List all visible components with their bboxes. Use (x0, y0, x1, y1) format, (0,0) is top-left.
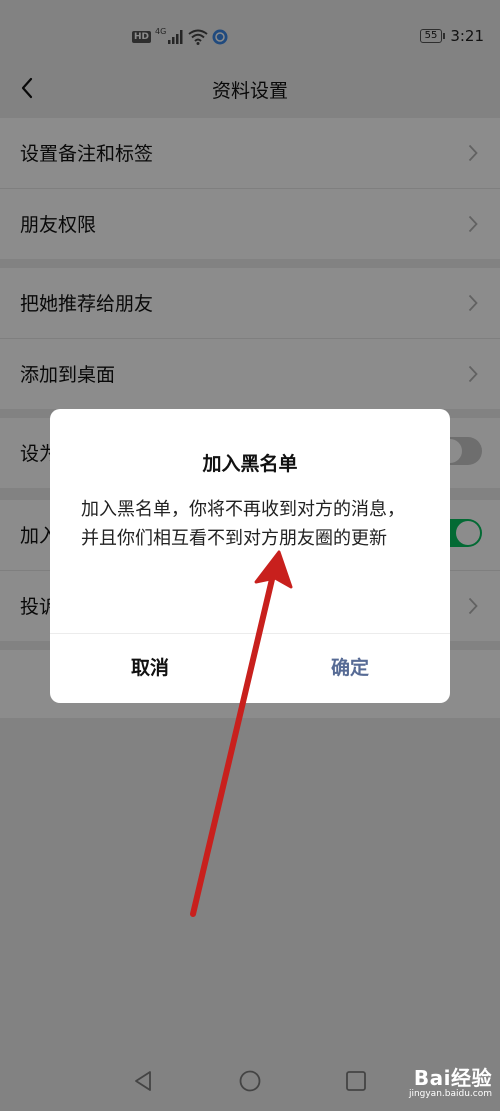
watermark-logo: Bai经验 (413, 1066, 492, 1090)
watermark-url: jingyan.baidu.com (408, 1089, 492, 1099)
dialog-message: 加入黑名单，你将不再收到对方的消息，并且你们相互看不到对方朋友圈的更新 (81, 499, 405, 549)
dialog-title: 加入黑名单 (202, 453, 298, 475)
blacklist-dialog: 加入黑名单 加入黑名单，你将不再收到对方的消息，并且你们相互看不到对方朋友圈的更… (50, 409, 450, 703)
cancel-button[interactable]: 取消 (50, 634, 250, 703)
home-circle-icon[interactable] (239, 1070, 261, 1092)
confirm-button[interactable]: 确定 (250, 634, 450, 703)
recents-square-icon[interactable] (345, 1070, 367, 1092)
watermark: Bai经验 jingyan.baidu.com (409, 1062, 492, 1099)
back-triangle-icon[interactable] (132, 1070, 154, 1092)
